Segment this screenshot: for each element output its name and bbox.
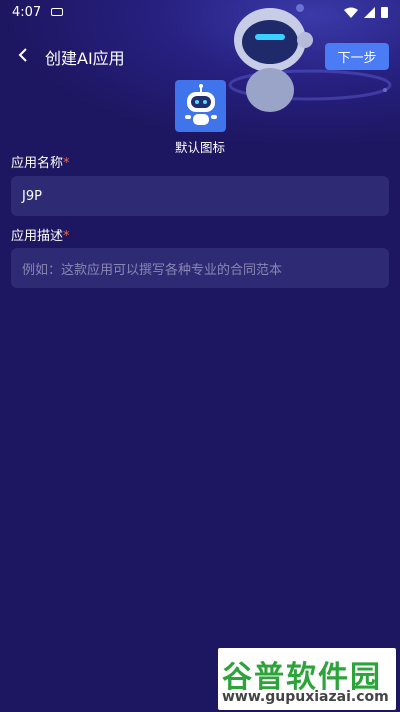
name-field-label: 应用名称* — [11, 156, 70, 171]
status-time: 4:07 — [12, 4, 42, 20]
required-mark: * — [63, 156, 70, 171]
required-mark: * — [63, 229, 70, 244]
page-title: 创建AI应用 — [45, 49, 125, 68]
back-button[interactable] — [10, 42, 36, 68]
app-description-input[interactable]: 例如：这款应用可以撰写各种专业的合同范本 — [11, 248, 389, 288]
robot-icon — [184, 84, 217, 125]
status-bar: 4:07 — [0, 0, 400, 24]
app-icon-picker[interactable] — [175, 80, 226, 132]
chevron-left-icon — [18, 48, 27, 62]
app-name-value: J9P — [22, 188, 42, 204]
top-bar: 创建AI应用 下一步 — [0, 38, 400, 72]
wifi-icon — [344, 7, 358, 18]
signal-icon — [364, 6, 375, 18]
watermark-logo: 谷普软件园 www.gupuxiazai.com — [218, 648, 396, 710]
keyboard-icon — [51, 8, 64, 16]
app-name-input[interactable]: J9P — [11, 176, 389, 216]
watermark-url: www.gupuxiazai.com — [222, 689, 389, 705]
next-step-button[interactable]: 下一步 — [325, 43, 389, 70]
battery-icon — [381, 7, 388, 18]
app-description-placeholder: 例如：这款应用可以撰写各种专业的合同范本 — [22, 262, 283, 278]
desc-field-label: 应用描述* — [11, 229, 70, 244]
